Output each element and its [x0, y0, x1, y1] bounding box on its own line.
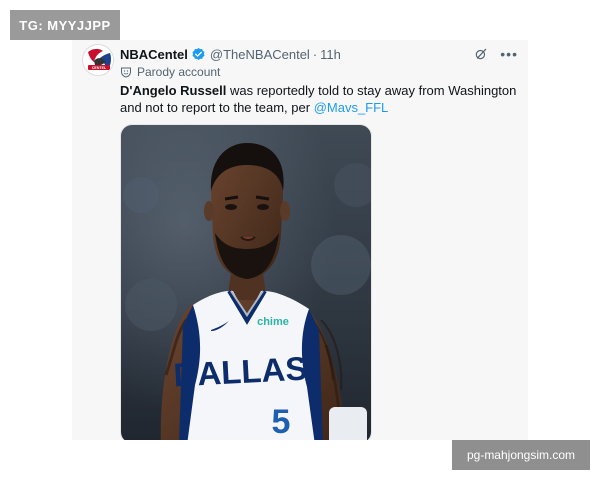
avatar-text: CENTEL [92, 66, 107, 70]
tweet-time[interactable]: 11h [320, 47, 341, 62]
more-options-icon[interactable]: ••• [500, 47, 518, 61]
nba-centel-logo-icon: CENTEL [84, 46, 113, 75]
avatar[interactable]: CENTEL [82, 44, 114, 76]
separator-dot: · [312, 46, 318, 62]
grok-icon[interactable] [474, 47, 488, 61]
header-actions: ••• [474, 45, 518, 63]
jersey-sponsor: chime [257, 316, 289, 328]
tweet-card[interactable]: CENTEL NBACentel @TheNBACentel · 11h •••… [72, 40, 528, 440]
parody-label: Parody account [120, 64, 220, 80]
tweet-header: NBACentel @TheNBACentel · 11h ••• [120, 45, 518, 63]
jersey-team-name: DALLAS [173, 350, 309, 394]
mention-link[interactable]: @Mavs_FFL [314, 100, 389, 115]
watermark-bottom: pg-mahjongsim.com [452, 440, 590, 470]
watermark-top: TG: MYYJJPP [10, 10, 120, 40]
verified-badge-icon [192, 47, 205, 60]
tweet-photo[interactable]: chime DALLAS 5 [120, 124, 372, 440]
display-name[interactable]: NBACentel [120, 47, 188, 62]
jersey-number: 5 [272, 403, 291, 440]
parody-account-icon [121, 67, 131, 78]
tweet-text-subject: D'Angelo Russell [120, 83, 227, 98]
tweet-text: D'Angelo Russell was reportedly told to … [120, 82, 520, 116]
player-photo: chime DALLAS 5 [121, 125, 371, 440]
handle[interactable]: @TheNBACentel [210, 47, 310, 62]
parody-label-text: Parody account [137, 65, 221, 79]
